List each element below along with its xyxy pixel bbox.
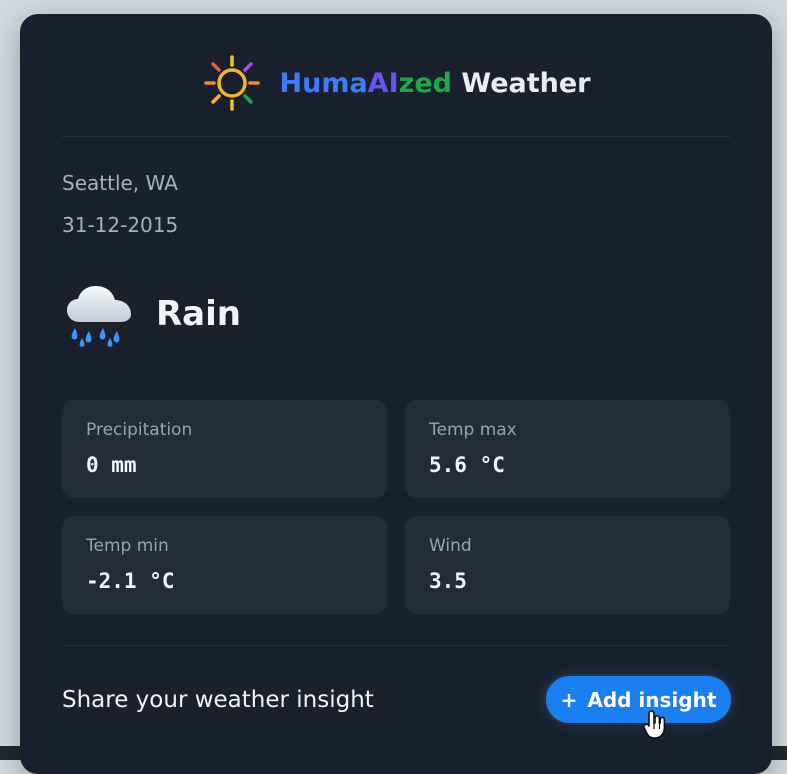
weather-card: HumaAIzed Weather Seattle, WA 31-12-2015…: [20, 14, 772, 774]
sun-icon: [203, 55, 260, 111]
app-title-part-2: AI: [367, 67, 399, 99]
insight-prompt: Share your weather insight: [62, 687, 374, 713]
footer-divider: [62, 645, 730, 646]
stat-card-temp-min: Temp min -2.1 °C: [62, 516, 387, 614]
stat-label-precipitation: Precipitation: [86, 420, 193, 440]
add-insight-label: Add insight: [587, 687, 717, 712]
stat-value-precipitation: 0 mm: [86, 453, 137, 477]
location-text: Seattle, WA: [62, 171, 178, 195]
stat-value-temp-max: 5.6 °C: [429, 453, 505, 477]
app-title-part-1: Huma: [279, 67, 368, 99]
stat-label-wind: Wind: [429, 536, 472, 556]
stat-card-wind: Wind 3.5: [405, 516, 730, 614]
plus-icon: +: [560, 687, 578, 712]
weather-condition: Rain: [156, 294, 241, 334]
date-text: 31-12-2015: [62, 213, 179, 237]
rain-cloud-icon: [67, 286, 131, 347]
stat-card-temp-max: Temp max 5.6 °C: [405, 400, 730, 498]
add-insight-button[interactable]: + Add insight: [546, 676, 731, 723]
header-divider: [62, 136, 730, 137]
app-title-part-4: Weather: [461, 67, 591, 99]
stat-label-temp-max: Temp max: [429, 420, 517, 440]
add-insight-button-content: + Add insight: [561, 688, 717, 712]
app-title-part-3: zed: [398, 67, 452, 99]
app-header: HumaAIzed Weather: [20, 50, 772, 116]
app-title-space: [452, 68, 461, 99]
stats-grid: Precipitation 0 mm Temp max 5.6 °C Temp …: [62, 400, 730, 616]
stat-value-temp-min: -2.1 °C: [86, 569, 175, 593]
stat-label-temp-min: Temp min: [86, 536, 169, 556]
stat-value-wind: 3.5: [429, 569, 467, 593]
app-title: HumaAIzed Weather: [280, 68, 591, 99]
stat-card-precipitation: Precipitation 0 mm: [62, 400, 387, 498]
